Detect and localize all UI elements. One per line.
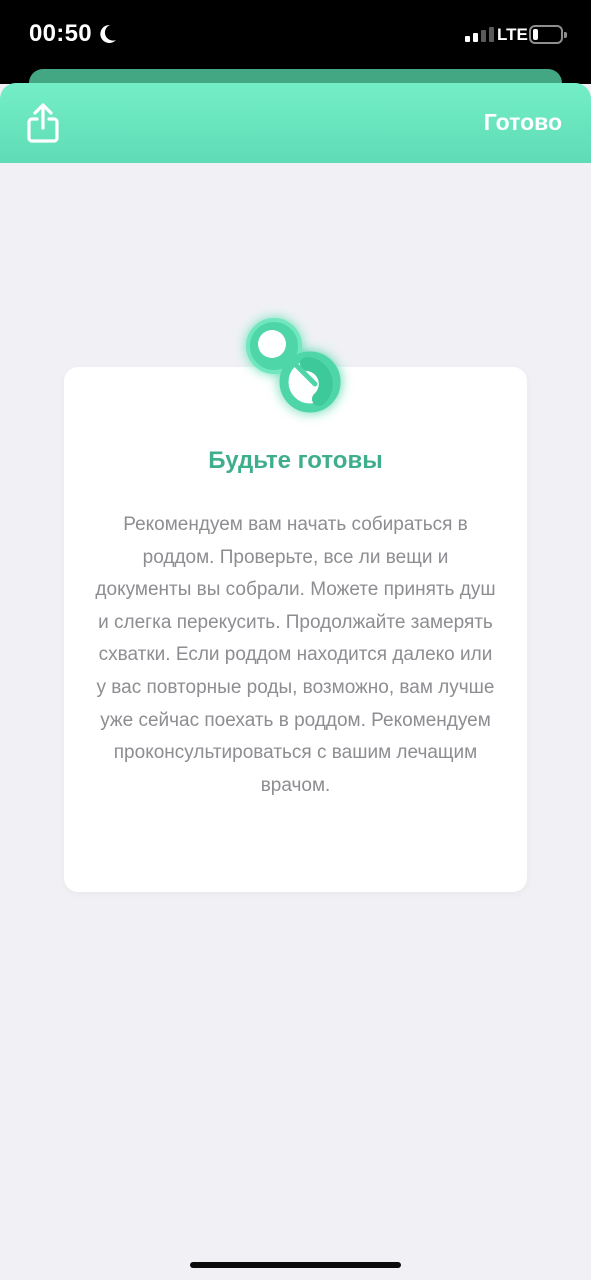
- status-time: 00:50: [29, 20, 92, 47]
- share-icon: [27, 103, 59, 143]
- moon-icon: [100, 24, 116, 43]
- battery-icon: [529, 25, 567, 44]
- card-text: Рекомендуем вам начать собираться в родд…: [95, 514, 496, 796]
- network-label: LTE: [497, 25, 528, 44]
- modal-header: Готово: [0, 83, 591, 163]
- signal-icon: [465, 27, 494, 42]
- done-button[interactable]: Готово: [484, 109, 562, 136]
- home-indicator[interactable]: [190, 1262, 401, 1268]
- card-title: Будьте готовы: [208, 447, 383, 474]
- screen: 00:50 LTE Готово Будьте готовы Рекоменду…: [0, 0, 591, 1280]
- share-button[interactable]: [26, 102, 60, 144]
- pacifier-icon: [235, 306, 355, 426]
- battery-fill: [533, 29, 538, 40]
- info-card: Будьте готовы Рекомендуем вам начать соб…: [64, 367, 527, 892]
